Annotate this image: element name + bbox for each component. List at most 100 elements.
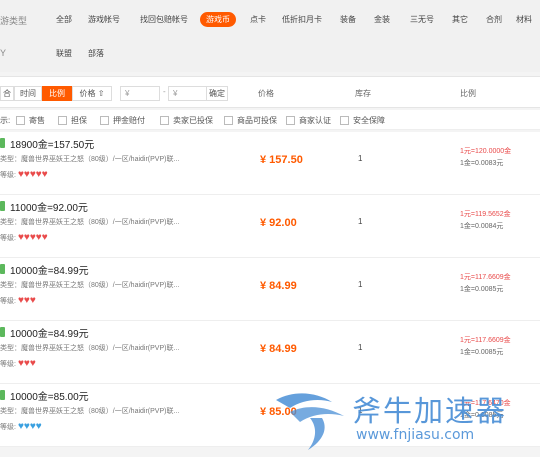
category-recovered-accounts[interactable]: 找回包赔帐号 <box>140 14 188 25</box>
level-label: 等级: <box>0 423 16 431</box>
price-confirm-button[interactable]: 确定 <box>206 86 228 101</box>
listing-price: ¥ 157.50 <box>260 154 303 166</box>
gold-badge-icon <box>0 390 5 400</box>
sort-price-button[interactable]: 价格 ⇧ <box>72 86 112 101</box>
category-equipment[interactable]: 装备 <box>340 14 356 25</box>
category-game-currency[interactable]: 游戏币 <box>200 12 236 27</box>
column-header-price: 价格 <box>258 89 274 98</box>
category-gold-gear[interactable]: 金装 <box>374 14 390 25</box>
listing-stock: 1 <box>358 343 363 352</box>
heart-rating-icon: ♥♥♥♥♥ <box>17 169 48 180</box>
options-label: 示: <box>0 116 11 125</box>
listing-price: ¥ 84.99 <box>260 280 297 292</box>
option-label: 安全保障 <box>353 116 385 125</box>
listing-stock: 1 <box>358 280 363 289</box>
sort-time-button[interactable]: 时间 <box>14 86 42 101</box>
ratio-yuan-to-gold: 1元=119.5652金 <box>460 211 511 218</box>
listing-description: 类型：魔兽世界巫妖王之怒（80级）/一区/haidir(PVP)联... <box>0 282 180 289</box>
filter-options-bar: 示: 寄售 担保 押金赔付 卖家已投保 商品可投保 商家认证 安全保障 <box>0 110 540 130</box>
listing-row[interactable]: 10000金=84.99元类型：魔兽世界巫妖王之怒（80级）/一区/haidir… <box>0 321 540 384</box>
faction-horde[interactable]: 部落 <box>88 48 104 59</box>
category-materials[interactable]: 材料 <box>516 14 532 25</box>
option-seller-insured[interactable]: 卖家已投保 <box>160 115 213 126</box>
ratio-gold-to-yuan: 1金=0.0083元 <box>460 160 504 167</box>
listing-row[interactable]: 18900金=157.50元类型：魔兽世界巫妖王之怒（80级）/一区/haidi… <box>0 132 540 195</box>
game-type-label: 游类型 <box>0 16 28 26</box>
category-point-card[interactable]: 点卡 <box>250 14 266 25</box>
seller-level: 等级: ♥♥♥♥♥ <box>0 169 48 180</box>
gold-badge-icon <box>0 327 5 337</box>
category-discount-monthly[interactable]: 低折扣月卡 <box>282 14 322 25</box>
checkbox[interactable] <box>100 116 109 125</box>
heart-rating-icon: ♥♥♥ <box>17 295 36 306</box>
option-consignment[interactable]: 寄售 <box>16 115 45 126</box>
option-deposit-compensation[interactable]: 押金赔付 <box>100 115 145 126</box>
listing-stock: 1 <box>358 217 363 226</box>
listing-row[interactable]: 11000金=92.00元类型：魔兽世界巫妖王之怒（80级）/一区/haidir… <box>0 195 540 258</box>
level-label: 等级: <box>0 234 16 242</box>
category-all[interactable]: 全部 <box>56 14 72 25</box>
option-guarantee[interactable]: 担保 <box>58 115 87 126</box>
seller-level: 等级: ♥♥♥♥♥ <box>0 232 48 243</box>
checkbox[interactable] <box>286 116 295 125</box>
listing-title[interactable]: 18900金=157.50元 <box>10 136 94 151</box>
listing-title[interactable]: 10000金=84.99元 <box>10 325 89 340</box>
listing-title[interactable]: 11000金=92.00元 <box>10 199 88 214</box>
option-label: 商家认证 <box>299 116 331 125</box>
seller-level: 等级: ♥♥♥♥ <box>0 421 42 432</box>
option-security[interactable]: 安全保障 <box>340 115 385 126</box>
watermark-brand: 斧牛加速器 <box>352 394 508 428</box>
heart-rating-icon: ♥♥♥♥ <box>17 421 42 432</box>
column-header-ratio: 比例 <box>460 89 476 98</box>
ratio-yuan-to-gold: 1元=117.6609金 <box>460 337 511 344</box>
sort-default-button[interactable]: 合 <box>0 86 14 101</box>
ratio-yuan-to-gold: 1元=120.0000金 <box>460 148 512 155</box>
category-nav: 游类型 Y 全部 游戏帐号 找回包赔帐号 游戏币 点卡 低折扣月卡 装备 金装 … <box>0 0 540 72</box>
price-min-input[interactable]: ¥ <box>120 86 160 101</box>
level-label: 等级: <box>0 171 16 179</box>
gold-badge-icon <box>0 201 5 211</box>
gold-badge-icon <box>0 138 5 148</box>
heart-rating-icon: ♥♥♥♥♥ <box>17 232 48 243</box>
category-other[interactable]: 其它 <box>452 14 468 25</box>
listing-price: ¥ 92.00 <box>260 217 297 229</box>
seller-level: 等级: ♥♥♥ <box>0 358 36 369</box>
category-unverified[interactable]: 三无号 <box>410 14 434 25</box>
listing-description: 类型：魔兽世界巫妖王之怒（80级）/一区/haidir(PVP)联... <box>0 156 180 163</box>
checkbox[interactable] <box>224 116 233 125</box>
option-merchant-verified[interactable]: 商家认证 <box>286 115 331 126</box>
checkbox[interactable] <box>16 116 25 125</box>
listing-title[interactable]: 10000金=84.99元 <box>10 262 89 277</box>
option-label: 押金赔付 <box>113 116 145 125</box>
sort-ratio-button[interactable]: 比例 <box>42 86 72 101</box>
checkbox[interactable] <box>160 116 169 125</box>
listing-title[interactable]: 10000金=85.00元 <box>10 388 89 403</box>
listing-price: ¥ 84.99 <box>260 343 297 355</box>
checkbox[interactable] <box>340 116 349 125</box>
option-label: 商品可投保 <box>237 116 277 125</box>
price-max-input[interactable]: ¥ <box>168 86 208 101</box>
option-insurable[interactable]: 商品可投保 <box>224 115 277 126</box>
option-label: 寄售 <box>29 116 45 125</box>
watermark-url: www.fnjiasu.com <box>356 427 475 443</box>
ratio-gold-to-yuan: 1金=0.0085元 <box>460 349 504 356</box>
listing-stock: 1 <box>358 154 363 163</box>
watermark: 斧牛加速器 www.fnjiasu.com <box>272 382 540 457</box>
checkbox[interactable] <box>58 116 67 125</box>
listing-description: 类型：魔兽世界巫妖王之怒（80级）/一区/haidir(PVP)联... <box>0 345 180 352</box>
category-accounts[interactable]: 游戏帐号 <box>88 14 120 25</box>
seller-level: 等级: ♥♥♥ <box>0 295 36 306</box>
bull-logo-icon <box>276 393 344 450</box>
option-label: 担保 <box>71 116 87 125</box>
gold-badge-icon <box>0 264 5 274</box>
faction-alliance[interactable]: 联盟 <box>56 48 72 59</box>
ratio-yuan-to-gold: 1元=117.6609金 <box>460 274 511 281</box>
listing-description: 类型：魔兽世界巫妖王之怒（80级）/一区/haidir(PVP)联... <box>0 219 180 226</box>
category-potion[interactable]: 合剂 <box>486 14 502 25</box>
listing-row[interactable]: 10000金=84.99元类型：魔兽世界巫妖王之怒（80级）/一区/haidir… <box>0 258 540 321</box>
level-label: 等级: <box>0 360 16 368</box>
ratio-gold-to-yuan: 1金=0.0085元 <box>460 286 504 293</box>
option-label: 卖家已投保 <box>173 116 213 125</box>
heart-rating-icon: ♥♥♥ <box>17 358 36 369</box>
level-label: 等级: <box>0 297 16 305</box>
